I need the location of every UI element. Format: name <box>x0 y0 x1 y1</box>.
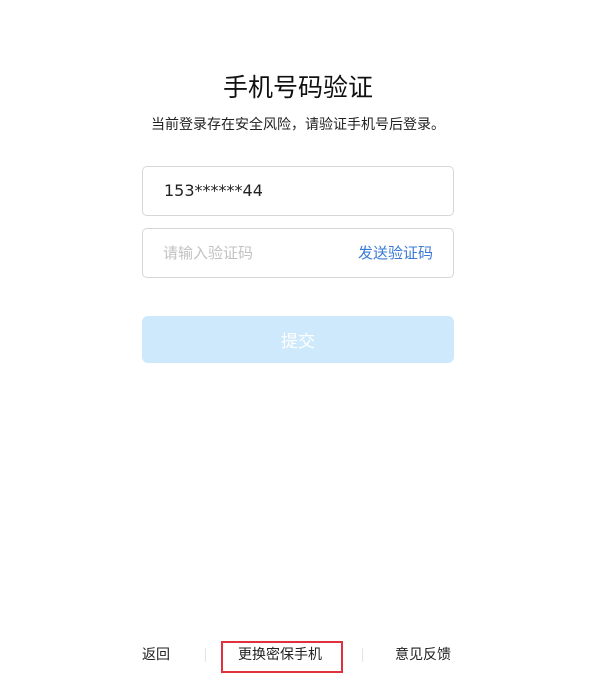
back-link[interactable]: 返回 <box>142 645 170 665</box>
verification-code-input[interactable] <box>163 241 333 265</box>
send-code-button[interactable]: 发送验证码 <box>358 242 433 264</box>
page-title: 手机号码验证 <box>222 73 373 102</box>
footer-divider <box>205 648 206 662</box>
phone-number-field: 153******44 <box>142 166 454 216</box>
change-security-phone-link[interactable]: 更换密保手机 <box>238 645 322 665</box>
verification-code-field[interactable]: 发送验证码 <box>142 228 454 278</box>
masked-phone-number: 153******44 <box>164 181 263 200</box>
feedback-link[interactable]: 意见反馈 <box>395 645 451 665</box>
submit-button[interactable]: 提交 <box>142 316 454 363</box>
security-warning-text: 当前登录存在安全风险，请验证手机号后登录。 <box>151 117 445 133</box>
footer-divider <box>362 648 363 662</box>
